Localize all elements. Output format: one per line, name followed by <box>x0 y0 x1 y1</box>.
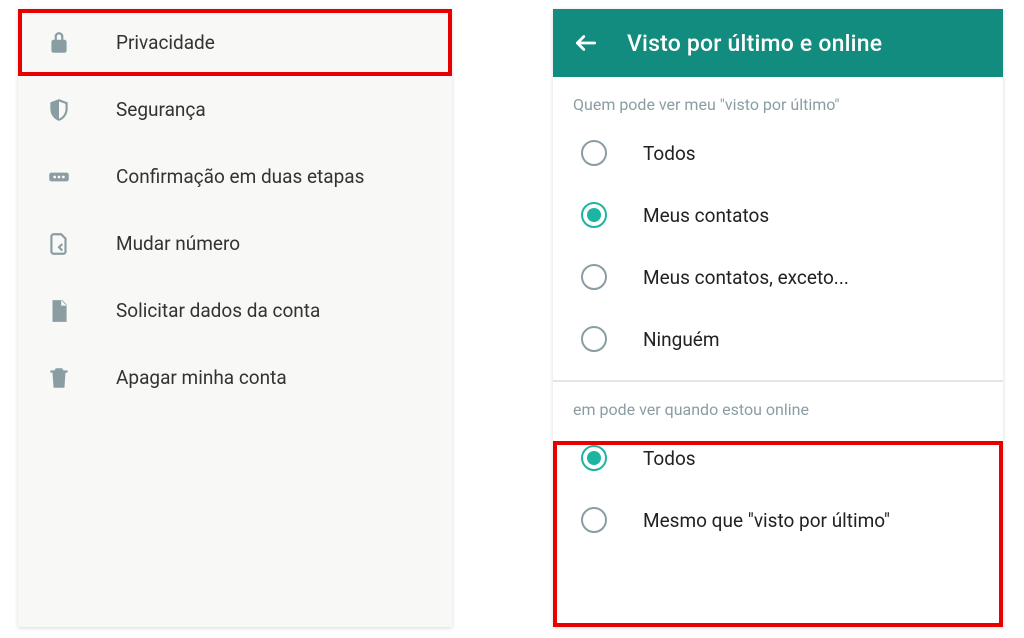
shield-icon <box>46 97 72 123</box>
radio-icon <box>581 140 607 166</box>
section-header: Quem pode ver meu "visto por último" <box>553 95 1003 122</box>
settings-item-label: Apagar minha conta <box>116 366 287 389</box>
settings-item-privacy[interactable]: Privacidade <box>18 9 452 76</box>
settings-item-delete-account[interactable]: Apagar minha conta <box>18 344 452 411</box>
radio-label: Todos <box>643 447 696 470</box>
radio-option-online-everyone[interactable]: Todos <box>553 427 1003 489</box>
radio-icon <box>581 326 607 352</box>
last-seen-panel: Visto por último e online Quem pode ver … <box>553 9 1003 627</box>
appbar-title: Visto por último e online <box>627 30 882 57</box>
settings-item-two-step[interactable]: Confirmação em duas etapas <box>18 143 452 210</box>
settings-item-label: Solicitar dados da conta <box>116 299 320 322</box>
radio-label: Mesmo que "visto por último" <box>643 509 890 532</box>
settings-item-label: Mudar número <box>116 232 240 255</box>
radio-label: Meus contatos <box>643 204 769 227</box>
section-online: em pode ver quando estou online Todos Me… <box>553 382 1003 551</box>
settings-panel: Privacidade Segurança Confirmação em dua… <box>18 9 452 627</box>
radio-icon <box>581 507 607 533</box>
settings-item-request-data[interactable]: Solicitar dados da conta <box>18 277 452 344</box>
settings-list: Privacidade Segurança Confirmação em dua… <box>18 9 452 411</box>
radio-option-everyone[interactable]: Todos <box>553 122 1003 184</box>
trash-icon <box>46 365 72 391</box>
settings-item-change-number[interactable]: Mudar número <box>18 210 452 277</box>
sim-icon <box>46 231 72 257</box>
pin-icon <box>46 164 72 190</box>
settings-item-label: Confirmação em duas etapas <box>116 165 364 188</box>
lock-icon <box>46 30 72 56</box>
radio-option-online-same-as-last-seen[interactable]: Mesmo que "visto por último" <box>553 489 1003 551</box>
radio-label: Todos <box>643 142 696 165</box>
radio-label: Ninguém <box>643 328 720 351</box>
settings-item-security[interactable]: Segurança <box>18 76 452 143</box>
radio-icon <box>581 264 607 290</box>
section-header: em pode ver quando estou online <box>553 400 1003 427</box>
radio-icon <box>581 445 607 471</box>
settings-item-label: Segurança <box>116 98 206 121</box>
settings-item-label: Privacidade <box>116 31 215 54</box>
radio-option-nobody[interactable]: Ninguém <box>553 308 1003 370</box>
appbar: Visto por último e online <box>553 9 1003 77</box>
back-icon[interactable] <box>573 30 599 56</box>
document-icon <box>46 298 72 324</box>
radio-option-my-contacts[interactable]: Meus contatos <box>553 184 1003 246</box>
radio-label: Meus contatos, exceto... <box>643 266 849 289</box>
radio-icon <box>581 202 607 228</box>
section-last-seen: Quem pode ver meu "visto por último" Tod… <box>553 77 1003 370</box>
radio-option-contacts-except[interactable]: Meus contatos, exceto... <box>553 246 1003 308</box>
